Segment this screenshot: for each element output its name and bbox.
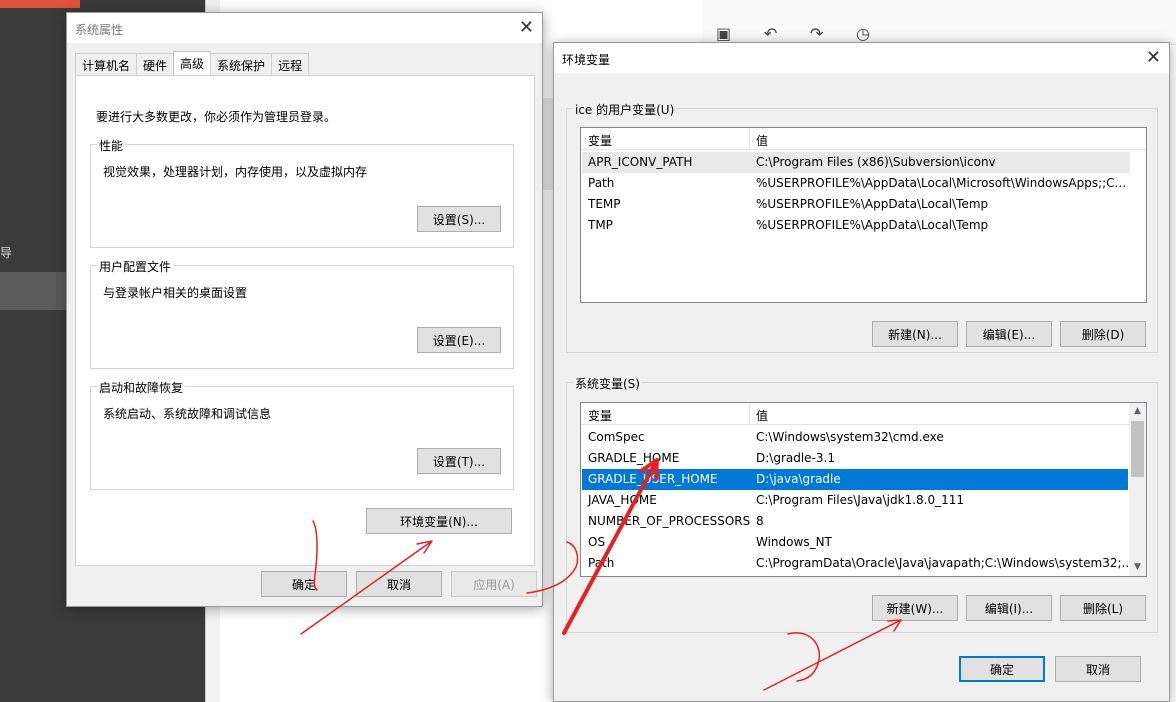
environment-variables-button[interactable]: 环境变量(N)... (366, 508, 512, 534)
variable-name: APR_ICONV_PATH (588, 155, 693, 169)
column-header-value[interactable]: 值 (756, 132, 768, 149)
list-header: 变量 值 (581, 128, 1146, 150)
admin-note: 要进行大多数更改，你必须作为管理员登录。 (96, 110, 337, 124)
startup-recovery-group: 启动和故障恢复 系统启动、系统故障和调试信息 设置(T)... (90, 379, 514, 490)
user-edit-button[interactable]: 编辑(E)... (966, 321, 1052, 347)
variable-value: %USERPROFILE%\AppData\Local\Temp (756, 218, 989, 232)
tab-bar: 计算机名 硬件 高级 系统保护 远程 (75, 51, 310, 75)
user-variables-group: ice 的用户变量(U) 变量 值 APR_ICONV_PATH C:\Prog… (566, 101, 1158, 353)
system-variables-group: 系统变量(S) 变量 值 ComSpec C:\Windows\system32… (566, 375, 1158, 633)
system-edit-button[interactable]: 编辑(I)... (966, 595, 1052, 621)
background-sidebar-text: 导 (0, 246, 13, 260)
startup-recovery-description: 系统启动、系统故障和调试信息 (103, 407, 272, 421)
ok-button[interactable]: 确定 (261, 571, 347, 597)
advanced-tab-page: 要进行大多数更改，你必须作为管理员登录。 性能 视觉效果，处理器计划，内存使用，… (75, 75, 535, 566)
close-icon[interactable]: ✕ (519, 17, 534, 38)
user-profiles-description: 与登录帐户相关的桌面设置 (103, 286, 248, 300)
system-properties-dialog: 系统属性 ✕ 计算机名 硬件 高级 系统保护 远程 要进行大多数更改，你必须作为… (66, 12, 543, 607)
table-row[interactable]: APR_ICONV_PATH C:\Program Files (x86)\Su… (582, 152, 1130, 173)
table-row[interactable]: Path C:\ProgramData\Oracle\Java\javapath… (582, 553, 1133, 574)
variable-value: %USERPROFILE%\AppData\Local\Temp (756, 197, 989, 211)
variable-name: ComSpec (588, 430, 645, 444)
dialog-title: 系统属性 (75, 23, 124, 37)
user-profiles-group: 用户配置文件 与登录帐户相关的桌面设置 设置(E)... (90, 258, 514, 369)
column-header-value[interactable]: 值 (756, 407, 768, 424)
env-cancel-button[interactable]: 取消 (1055, 656, 1141, 682)
cancel-button[interactable]: 取消 (356, 571, 442, 597)
user-new-button[interactable]: 新建(N)... (872, 321, 958, 347)
column-header-variable[interactable]: 变量 (588, 407, 612, 424)
table-row[interactable]: Path %USERPROFILE%\AppData\Local\Microso… (582, 173, 1146, 194)
user-variables-label: ice 的用户变量(U) (573, 101, 677, 118)
variable-value: %USERPROFILE%\AppData\Local\Microsoft\Wi… (756, 176, 1127, 190)
tab-computer-name[interactable]: 计算机名 (75, 53, 138, 75)
variable-value: 8 (756, 514, 764, 528)
table-row[interactable]: OS Windows_NT (582, 532, 1128, 553)
background-red-bar (0, 0, 80, 8)
startup-recovery-label: 启动和故障恢复 (97, 379, 186, 396)
undo-icon[interactable]: ↶ (764, 24, 777, 43)
performance-group: 性能 视觉效果，处理器计划，内存使用，以及虚拟内存 设置(S)... (90, 137, 514, 248)
variable-value: D:\java\gradle (756, 472, 841, 486)
variable-value: D:\gradle-3.1 (756, 451, 835, 465)
tab-hardware[interactable]: 硬件 (136, 53, 175, 75)
table-row-selected[interactable]: GRADLE_USER_HOME D:\java\gradle (582, 469, 1128, 490)
env-ok-button[interactable]: 确定 (959, 656, 1045, 682)
variable-name: NUMBER_OF_PROCESSORS (588, 514, 751, 528)
startup-recovery-settings-button[interactable]: 设置(T)... (417, 448, 501, 474)
column-header-variable[interactable]: 变量 (588, 132, 612, 149)
user-variables-list[interactable]: 变量 值 APR_ICONV_PATH C:\Program Files (x8… (580, 127, 1147, 303)
variable-value: Windows_NT (756, 535, 832, 549)
variable-value: C:\ProgramData\Oracle\Java\javapath;C:\W… (756, 556, 1133, 570)
tab-system-protection[interactable]: 系统保护 (210, 53, 273, 75)
table-row[interactable]: TEMP %USERPROFILE%\AppData\Local\Temp (582, 194, 1146, 215)
tab-advanced[interactable]: 高级 (173, 51, 212, 75)
clock-icon[interactable]: ◷ (856, 24, 870, 43)
variable-value: C:\Windows\system32\cmd.exe (756, 430, 944, 444)
list-header: 变量 值 (581, 403, 1129, 425)
user-profiles-settings-button[interactable]: 设置(E)... (417, 327, 501, 353)
table-row[interactable]: JAVA_HOME C:\Program Files\Java\jdk1.8.0… (582, 490, 1128, 511)
system-variables-list[interactable]: 变量 值 ComSpec C:\Windows\system32\cmd.exe… (580, 402, 1147, 577)
variable-value: C:\Program Files (x86)\Subversion\iconv (756, 155, 996, 169)
close-icon[interactable]: ✕ (1146, 47, 1161, 68)
column-separator[interactable] (749, 403, 750, 425)
user-profiles-label: 用户配置文件 (97, 258, 174, 275)
performance-settings-button[interactable]: 设置(S)... (417, 206, 501, 232)
table-row[interactable]: ComSpec C:\Windows\system32\cmd.exe (582, 427, 1128, 448)
variable-name: GRADLE_HOME (588, 451, 680, 465)
table-row[interactable]: NUMBER_OF_PROCESSORS 8 (582, 511, 1128, 532)
system-variables-label: 系统变量(S) (573, 375, 642, 392)
performance-label: 性能 (97, 137, 126, 154)
image-icon[interactable]: ▣ (716, 24, 731, 43)
table-row[interactable]: TMP %USERPROFILE%\AppData\Local\Temp (582, 215, 1146, 236)
variable-name: TEMP (588, 197, 621, 211)
tab-remote[interactable]: 远程 (271, 53, 310, 75)
variable-name: GRADLE_USER_HOME (588, 472, 718, 486)
dialog-title: 环境变量 (562, 53, 611, 67)
user-delete-button[interactable]: 删除(D) (1060, 321, 1146, 347)
system-delete-button[interactable]: 删除(L) (1060, 595, 1146, 621)
variable-name: TMP (588, 218, 613, 232)
scroll-thumb[interactable] (1131, 421, 1144, 477)
variable-name: OS (588, 535, 606, 549)
column-separator[interactable] (749, 128, 750, 150)
system-properties-titlebar[interactable]: 系统属性 ✕ (67, 13, 542, 43)
variable-name: Path (588, 556, 615, 570)
performance-description: 视觉效果，处理器计划，内存使用，以及虚拟内存 (103, 165, 368, 179)
environment-variables-titlebar[interactable]: 环境变量 ✕ (554, 43, 1169, 73)
background-toolbar: ▣ ↶ ↷ ◷ (702, 0, 1176, 45)
environment-variables-dialog: 环境变量 ✕ ice 的用户变量(U) 变量 值 APR_ICONV_PATH … (553, 42, 1170, 702)
variable-name: JAVA_HOME (588, 493, 657, 507)
redo-icon[interactable]: ↷ (810, 24, 823, 43)
scroll-up-arrow-icon[interactable]: ▲ (1129, 403, 1146, 420)
table-row[interactable]: GRADLE_HOME D:\gradle-3.1 (582, 448, 1128, 469)
variable-value: C:\Program Files\Java\jdk1.8.0_111 (756, 493, 965, 507)
apply-button[interactable]: 应用(A) (451, 571, 537, 597)
variable-name: Path (588, 176, 615, 190)
vertical-scrollbar[interactable]: ▲ ▼ (1129, 403, 1146, 576)
system-new-button[interactable]: 新建(W)... (872, 595, 958, 621)
scroll-down-arrow-icon[interactable]: ▼ (1129, 559, 1146, 576)
